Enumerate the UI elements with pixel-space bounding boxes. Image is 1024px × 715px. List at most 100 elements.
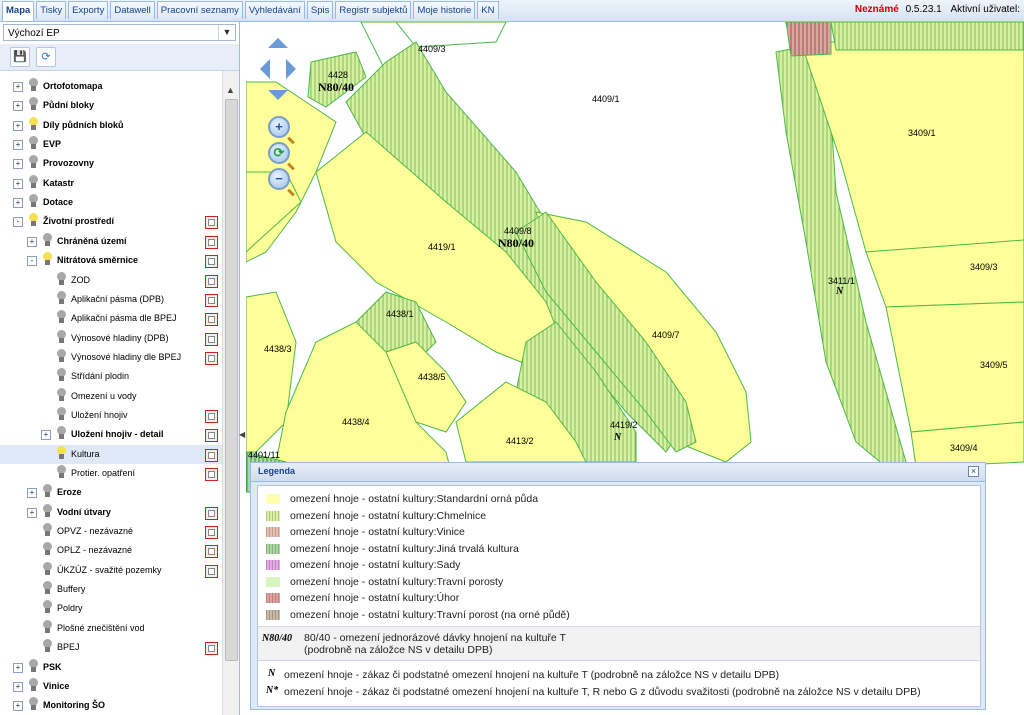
tree-node[interactable]: Uložení hnojiv: [0, 406, 222, 425]
tree-node[interactable]: + Chráněná území: [0, 232, 222, 251]
visibility-bulb-icon[interactable]: [29, 194, 38, 209]
visibility-bulb-icon[interactable]: [43, 523, 52, 538]
expand-icon[interactable]: +: [13, 682, 23, 692]
layer-legend-icon[interactable]: [205, 526, 218, 539]
pan-up-icon[interactable]: [268, 38, 288, 48]
visibility-bulb-icon[interactable]: [29, 136, 38, 151]
visibility-bulb-icon[interactable]: [57, 291, 66, 306]
scrollbar-thumb[interactable]: [225, 99, 238, 661]
expand-icon[interactable]: +: [13, 663, 23, 673]
layer-legend-icon[interactable]: [205, 294, 218, 307]
visibility-bulb-icon[interactable]: [29, 678, 38, 693]
layer-legend-icon[interactable]: [205, 468, 218, 481]
collapse-icon[interactable]: -: [13, 217, 23, 227]
visibility-bulb-icon[interactable]: [29, 78, 38, 93]
expand-icon[interactable]: +: [13, 198, 23, 208]
visibility-bulb-icon[interactable]: [57, 272, 66, 287]
profile-select[interactable]: Výchozí EP ▼: [3, 24, 236, 41]
layer-legend-icon[interactable]: [205, 216, 218, 229]
visibility-bulb-icon[interactable]: [57, 388, 66, 403]
tree-node[interactable]: + Ortofotomapa: [0, 77, 222, 96]
legend-header[interactable]: Legenda ×: [251, 463, 985, 482]
layer-legend-icon[interactable]: [205, 565, 218, 578]
tree-node[interactable]: Buffery: [0, 580, 222, 599]
layer-legend-icon[interactable]: [205, 255, 218, 268]
tree-node[interactable]: ZOD: [0, 271, 222, 290]
close-icon[interactable]: ×: [968, 466, 979, 477]
visibility-bulb-icon[interactable]: [43, 542, 52, 557]
tree-node[interactable]: + PSK: [0, 658, 222, 677]
visibility-bulb-icon[interactable]: [29, 213, 38, 228]
visibility-bulb-icon[interactable]: [29, 97, 38, 112]
visibility-bulb-icon[interactable]: [57, 330, 66, 345]
layer-legend-icon[interactable]: [205, 545, 218, 558]
tree-node[interactable]: + Dotace: [0, 193, 222, 212]
tree-node[interactable]: + Vinice: [0, 677, 222, 696]
zoom-extent-icon[interactable]: ⟳: [268, 142, 290, 164]
tree-scrollbar[interactable]: ▲: [222, 71, 239, 715]
visibility-bulb-icon[interactable]: [43, 233, 52, 248]
expand-icon[interactable]: +: [27, 508, 37, 518]
tree-node[interactable]: Výnosové hladiny dle BPEJ: [0, 348, 222, 367]
tree-node[interactable]: Aplikační pásma dle BPEJ: [0, 309, 222, 328]
tree-node[interactable]: + Katastr: [0, 174, 222, 193]
layer-legend-icon[interactable]: [205, 449, 218, 462]
save-icon[interactable]: 💾: [10, 47, 30, 67]
tree-node[interactable]: OPLZ - nezávazné: [0, 541, 222, 560]
visibility-bulb-icon[interactable]: [43, 639, 52, 654]
tree-node[interactable]: OPVZ - nezávazné: [0, 522, 222, 541]
visibility-bulb-icon[interactable]: [43, 252, 52, 267]
layer-legend-icon[interactable]: [205, 236, 218, 249]
expand-icon[interactable]: +: [13, 121, 23, 131]
tab-mapa[interactable]: Mapa: [2, 1, 35, 21]
zoom-in-icon[interactable]: +: [268, 116, 290, 138]
tree-node[interactable]: Kultura: [0, 445, 222, 464]
layer-legend-icon[interactable]: [205, 275, 218, 288]
visibility-bulb-icon[interactable]: [43, 562, 52, 577]
expand-icon[interactable]: +: [41, 430, 51, 440]
visibility-bulb-icon[interactable]: [43, 484, 52, 499]
expand-icon[interactable]: +: [13, 179, 23, 189]
visibility-bulb-icon[interactable]: [57, 349, 66, 364]
tree-node[interactable]: Aplikační pásma (DPB): [0, 290, 222, 309]
tab-pracovn-seznamy[interactable]: Pracovní seznamy: [156, 1, 243, 19]
visibility-bulb-icon[interactable]: [43, 504, 52, 519]
layer-legend-icon[interactable]: [205, 642, 218, 655]
pan-down-icon[interactable]: [268, 90, 288, 100]
expand-icon[interactable]: +: [27, 237, 37, 247]
visibility-bulb-icon[interactable]: [29, 697, 38, 712]
layer-legend-icon[interactable]: [205, 507, 218, 520]
visibility-bulb-icon[interactable]: [43, 581, 52, 596]
zoom-out-icon[interactable]: −: [268, 168, 290, 190]
tree-node[interactable]: + Provozovny: [0, 154, 222, 173]
tab-exporty[interactable]: Exporty: [68, 1, 109, 19]
expand-icon[interactable]: +: [27, 488, 37, 498]
visibility-bulb-icon[interactable]: [43, 620, 52, 635]
tree-node[interactable]: + Eroze: [0, 483, 222, 502]
visibility-bulb-icon[interactable]: [57, 426, 66, 441]
tree-node[interactable]: + EVP: [0, 135, 222, 154]
visibility-bulb-icon[interactable]: [57, 368, 66, 383]
tab-registr-subjekt-[interactable]: Registr subjektů: [335, 1, 412, 19]
visibility-bulb-icon[interactable]: [57, 465, 66, 480]
tree-node[interactable]: Střídání plodin: [0, 367, 222, 386]
tree-node[interactable]: + Vodní útvary: [0, 503, 222, 522]
expand-icon[interactable]: +: [13, 701, 23, 711]
refresh-icon[interactable]: ⟳: [36, 47, 56, 67]
expand-icon[interactable]: +: [13, 82, 23, 92]
tree-node[interactable]: + Monitoring ŠO: [0, 696, 222, 715]
tree-node[interactable]: ÚKZÚZ - svažité pozemky: [0, 561, 222, 580]
chevron-down-icon[interactable]: ▼: [218, 25, 235, 40]
tab-kn[interactable]: KN: [477, 1, 499, 19]
layer-legend-icon[interactable]: [205, 429, 218, 442]
visibility-bulb-icon[interactable]: [29, 155, 38, 170]
tree-node[interactable]: Plošné znečištění vod: [0, 619, 222, 638]
expand-icon[interactable]: +: [13, 140, 23, 150]
visibility-bulb-icon[interactable]: [29, 175, 38, 190]
tree-node[interactable]: - Nitrátová směrnice: [0, 251, 222, 270]
visibility-bulb-icon[interactable]: [29, 659, 38, 674]
tree-node[interactable]: - Životní prostředí: [0, 212, 222, 231]
expand-icon[interactable]: +: [13, 101, 23, 111]
pan-left-icon[interactable]: [260, 59, 270, 79]
collapse-icon[interactable]: -: [27, 256, 37, 266]
